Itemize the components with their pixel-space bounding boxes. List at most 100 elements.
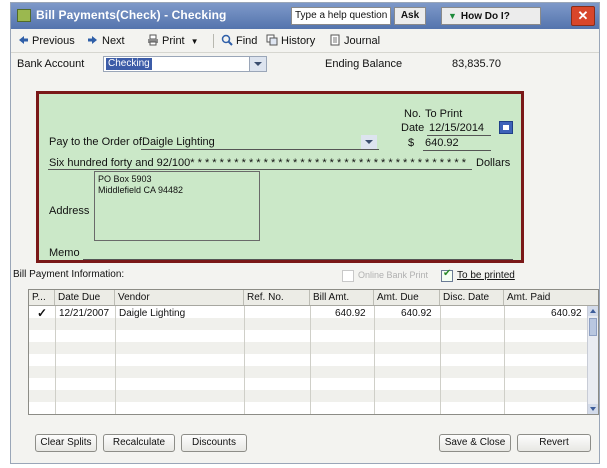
dropdown-triangle-icon: ▼ — [448, 11, 457, 21]
table-body: ✓ 12/21/2007 Daigle Lighting 640.92 640.… — [29, 306, 589, 414]
memo-field[interactable] — [83, 259, 513, 260]
previous-button[interactable]: Previous — [17, 34, 75, 48]
save-close-button[interactable]: Save & Close — [439, 434, 511, 452]
bill-table: P... Date Due Vendor Ref. No. Bill Amt. … — [28, 289, 599, 415]
journal-icon — [330, 34, 340, 46]
next-label: Next — [102, 35, 125, 47]
paid-checkmark[interactable]: ✓ — [37, 306, 47, 320]
find-button[interactable]: Find — [221, 34, 257, 48]
column-divider — [115, 306, 116, 414]
col-header-amt-due[interactable]: Amt. Due — [374, 290, 440, 305]
toolbar-separator — [213, 34, 214, 48]
ask-button[interactable]: Ask — [394, 7, 426, 25]
written-amount-underline — [48, 169, 472, 170]
to-be-printed-checkbox[interactable] — [441, 268, 453, 282]
close-window-button[interactable]: ✕ — [571, 6, 595, 26]
check-number-label: No. — [404, 108, 422, 120]
col-header-paid[interactable]: P... — [29, 290, 55, 305]
column-divider — [374, 306, 375, 414]
cell-vendor: Daigle Lighting — [119, 308, 186, 319]
next-arrow-icon — [88, 36, 97, 44]
scroll-down-icon[interactable] — [588, 404, 598, 414]
payee-underline — [141, 149, 379, 150]
toolbar: Previous Next Print ▼ Find History Journa… — [11, 30, 599, 53]
dollars-label: Dollars — [476, 157, 511, 169]
how-do-i-label: How Do I? — [460, 11, 510, 22]
address-label: Address — [49, 205, 90, 217]
col-header-vendor[interactable]: Vendor — [115, 290, 244, 305]
table-row-empty[interactable] — [29, 342, 589, 354]
column-divider — [55, 306, 56, 414]
cell-bill-amt: 640.92 — [335, 308, 366, 319]
table-row-empty[interactable] — [29, 366, 589, 378]
title-bar: Bill Payments(Check) - Checking Type a h… — [11, 3, 599, 29]
date-field[interactable]: 12/15/2014 — [429, 122, 484, 134]
column-divider — [244, 306, 245, 414]
payee-dropdown[interactable] — [361, 135, 377, 151]
address-line-1: PO Box 5903 — [98, 174, 152, 184]
bank-account-value: Checking — [106, 58, 152, 70]
cell-date-due: 12/21/2007 — [59, 308, 110, 319]
calendar-icon[interactable] — [499, 121, 513, 134]
print-dropdown-icon[interactable]: ▼ — [191, 37, 199, 46]
printer-icon — [148, 34, 158, 46]
chevron-down-icon[interactable] — [361, 135, 377, 149]
journal-button[interactable]: Journal — [329, 34, 380, 48]
column-divider — [310, 306, 311, 414]
ending-balance-value: 83,835.70 — [452, 58, 501, 70]
col-header-ref-no[interactable]: Ref. No. — [244, 290, 310, 305]
table-row-empty[interactable] — [29, 354, 589, 366]
journal-label: Journal — [344, 35, 381, 47]
history-button[interactable]: History — [266, 34, 315, 48]
amount-dollar-sign: $ — [408, 137, 415, 149]
payee-field[interactable]: Daigle Lighting — [142, 136, 215, 148]
table-row-empty[interactable] — [29, 390, 589, 402]
amount-field[interactable]: 640.92 — [425, 137, 459, 149]
print-button[interactable]: Print ▼ — [147, 34, 199, 48]
online-bank-print-checkbox[interactable] — [342, 270, 354, 282]
ending-balance-label: Ending Balance — [325, 58, 403, 70]
date-underline — [427, 135, 491, 136]
table-row[interactable] — [29, 306, 589, 318]
discounts-button[interactable]: Discounts — [181, 434, 247, 452]
print-label: Print — [162, 35, 185, 47]
address-box[interactable]: PO Box 5903 Middlefield CA 94482 — [94, 171, 260, 241]
col-header-bill-amt[interactable]: Bill Amt. — [310, 290, 374, 305]
table-row-empty[interactable] — [29, 402, 589, 414]
table-header: P... Date Due Vendor Ref. No. Bill Amt. … — [29, 290, 598, 306]
table-row-empty[interactable] — [29, 330, 589, 342]
col-header-date-due[interactable]: Date Due — [55, 290, 115, 305]
scroll-up-icon[interactable] — [588, 306, 598, 316]
chevron-down-icon[interactable] — [249, 57, 266, 71]
history-icon — [266, 34, 278, 46]
check-form: No. To Print Date 12/15/2014 $ 640.92 Pa… — [36, 91, 524, 263]
online-bank-print-label: Online Bank Print — [358, 270, 429, 280]
find-label: Find — [236, 35, 258, 47]
how-do-i-button[interactable]: ▼ How Do I? — [441, 7, 541, 25]
address-line-2: Middlefield CA 94482 — [98, 185, 184, 195]
bill-payment-window: Bill Payments(Check) - Checking Type a h… — [10, 2, 600, 464]
window-title: Bill Payments(Check) - Checking — [36, 8, 227, 22]
scroll-thumb[interactable] — [589, 318, 597, 336]
clear-splits-button[interactable]: Clear Splits — [35, 434, 97, 452]
previous-label: Previous — [32, 35, 75, 47]
table-scrollbar[interactable] — [587, 306, 598, 414]
table-row-empty[interactable] — [29, 318, 589, 330]
next-button[interactable]: Next — [87, 34, 125, 48]
to-be-printed-label: To be printed — [457, 270, 515, 281]
column-divider — [504, 306, 505, 414]
history-label: History — [281, 35, 316, 47]
col-header-disc-date[interactable]: Disc. Date — [440, 290, 504, 305]
find-magnifier-icon — [221, 34, 233, 46]
bill-payment-info-label: Bill Payment Information: — [13, 269, 125, 280]
table-row-empty[interactable] — [29, 378, 589, 390]
cell-amt-paid[interactable]: 640.92 — [551, 308, 582, 319]
recalculate-button[interactable]: Recalculate — [103, 434, 175, 452]
check-number-field[interactable]: To Print — [425, 108, 462, 120]
col-header-amt-paid[interactable]: Amt. Paid — [504, 290, 598, 305]
date-label: Date — [401, 122, 425, 134]
help-search-input[interactable]: Type a help question — [291, 7, 391, 25]
revert-button[interactable]: Revert — [517, 434, 591, 452]
pay-to-label: Pay to the Order of — [49, 136, 142, 148]
bank-account-select[interactable]: Checking — [103, 56, 267, 72]
